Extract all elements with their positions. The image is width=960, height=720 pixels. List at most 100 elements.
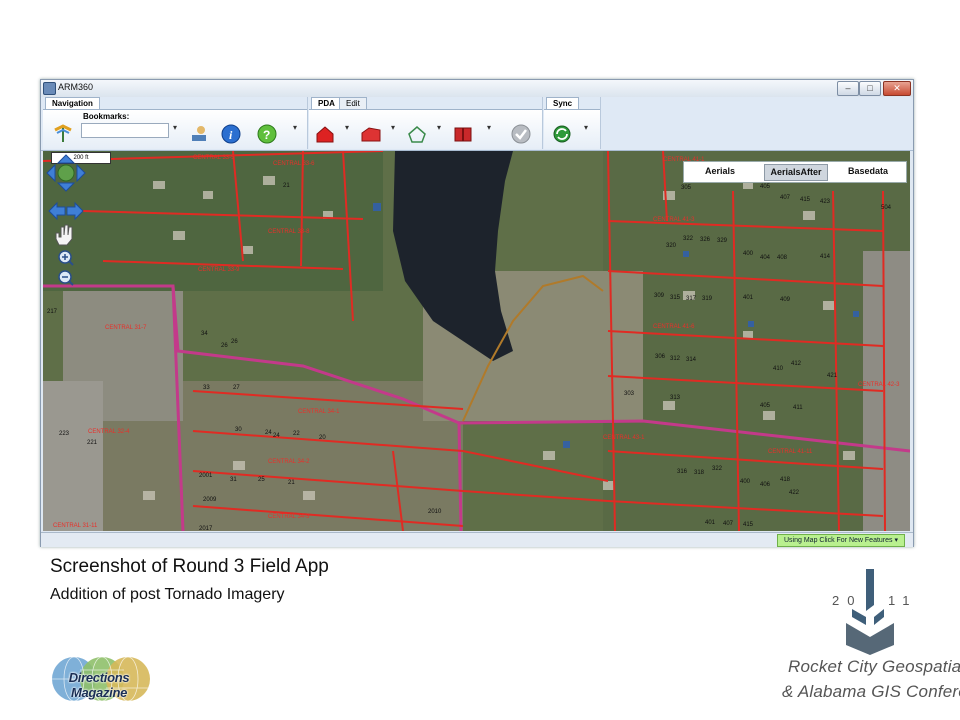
app-icon [43, 82, 56, 95]
lot-number: 313 [670, 395, 681, 401]
book-dropdown-icon[interactable]: ▾ [487, 123, 491, 132]
checkmark-icon[interactable] [511, 124, 531, 144]
svg-text:?: ? [263, 128, 270, 142]
lot-number: 401 [705, 520, 716, 526]
info-icon[interactable]: i [221, 124, 241, 144]
lot-number: 418 [780, 477, 791, 483]
lot-number: 326 [700, 237, 711, 243]
pan-up-icon[interactable] [56, 154, 76, 164]
parcel-label: CENTRAL 31-11 [53, 523, 98, 529]
house-outline-dropdown-icon[interactable]: ▾ [437, 123, 441, 132]
lot-number: 22 [293, 431, 300, 437]
conference-year-part-1: 20 [832, 593, 863, 608]
lot-number: 400 [743, 251, 754, 257]
lot-number: 412 [791, 361, 802, 367]
lot-number: 24 [273, 433, 280, 439]
pan-right-icon[interactable] [76, 163, 86, 183]
lot-number: 322 [712, 466, 723, 472]
help-dropdown-icon[interactable]: ▾ [293, 123, 297, 132]
lot-number: 401 [743, 295, 754, 301]
parcel-label: CENTRAL 32-4 [88, 429, 130, 435]
layer-switcher: Aerials AerialsAfter Basedata [683, 161, 907, 183]
lot-number: 415 [743, 522, 754, 528]
layer-aerials-button[interactable]: Aerials [692, 164, 748, 179]
zoom-out-icon[interactable] [58, 270, 74, 286]
ribbon: Navigation Bookmarks: ▾ i ? ▾ PDA Edit ▾… [41, 97, 913, 151]
close-button[interactable]: ✕ [883, 81, 911, 96]
lot-number: 415 [800, 197, 811, 203]
lot-number: 317 [686, 296, 697, 302]
layer-basedata-button[interactable]: Basedata [838, 164, 898, 179]
sync-group: Sync ▾ [544, 97, 601, 149]
back-icon[interactable] [48, 201, 66, 221]
parcel-label: CENTRAL 34-3 [268, 514, 310, 520]
parcel-label: CENTRAL 33-8 [268, 229, 310, 235]
lot-number: 2017 [199, 526, 213, 531]
lot-number: 400 [740, 479, 751, 485]
status-dropdown-icon[interactable]: ▾ [894, 537, 898, 544]
lot-number: 305 [681, 185, 692, 191]
house-damage-icon[interactable] [315, 124, 335, 144]
book-icon[interactable] [453, 124, 473, 144]
lot-number: 34 [201, 331, 208, 337]
pan-left-icon[interactable] [46, 163, 56, 183]
lot-number: 2010 [428, 509, 442, 515]
conference-year-part-2: 11 [888, 593, 918, 608]
lot-number: 318 [694, 470, 705, 476]
lot-number: 414 [820, 254, 831, 260]
lot-number: 26 [221, 343, 228, 349]
parcel-label: CENTRAL 42-3 [858, 382, 900, 388]
sync-icon[interactable] [552, 124, 572, 144]
pan-hand-icon[interactable] [55, 224, 73, 246]
sync-dropdown-icon[interactable]: ▾ [584, 123, 588, 132]
layer-aerials-after-button[interactable]: AerialsAfter [764, 164, 828, 181]
directions-magazine-wordmark: Directions Magazine [68, 670, 130, 700]
lot-number: 316 [677, 469, 688, 475]
lot-number: 21 [283, 183, 290, 189]
slide-caption-subtitle: Addition of post Tornado Imagery [50, 586, 285, 603]
select-tool-icon[interactable] [189, 124, 209, 144]
aerial-imagery: CENTRAL 33-5 CENTRAL 33-6 CENTRAL 33-8 C… [43, 151, 910, 531]
lot-number: 329 [717, 238, 728, 244]
conference-name-line-1: Rocket City Geospatial [788, 657, 960, 676]
lot-number: 315 [670, 295, 681, 301]
house-damage-dropdown-icon[interactable]: ▾ [345, 123, 349, 132]
building-damage-dropdown-icon[interactable]: ▾ [391, 123, 395, 132]
lot-number: 306 [655, 354, 666, 360]
lot-number: 405 [760, 184, 771, 190]
pan-down-icon[interactable] [56, 182, 76, 192]
bookmarks-select[interactable] [81, 123, 169, 138]
house-outline-icon[interactable] [407, 124, 427, 144]
parcel-label: CENTRAL 41-6 [653, 324, 695, 330]
parcel-label: CENTRAL 33-5 [193, 155, 235, 161]
lot-number: 25 [258, 477, 265, 483]
status-bar: Using Map Click For New Features ▾ [41, 532, 913, 547]
building-damage-icon[interactable] [361, 124, 381, 144]
globe-icon[interactable] [57, 164, 75, 182]
lot-number: 504 [881, 205, 892, 211]
lot-number: 2009 [203, 497, 217, 503]
lot-number: 30 [235, 427, 242, 433]
parcel-label: CENTRAL 33-6 [273, 161, 315, 167]
lot-number: 33 [203, 385, 210, 391]
title-bar: ARM360 – □ ✕ [41, 80, 913, 98]
pan-tool-icon[interactable] [53, 124, 73, 144]
lot-number: 422 [789, 490, 800, 496]
pda-group: PDA Edit ▾ ▾ ▾ ▾ [309, 97, 543, 149]
status-message[interactable]: Using Map Click For New Features ▾ [777, 534, 905, 547]
minimize-button[interactable]: – [837, 81, 859, 96]
status-message-text: Using Map Click For New Features [784, 537, 893, 544]
lot-number: 2001 [199, 473, 213, 479]
lot-number: 322 [683, 236, 694, 242]
forward-icon[interactable] [66, 201, 84, 221]
zoom-in-icon[interactable] [58, 250, 74, 266]
bookmarks-dropdown-icon[interactable]: ▾ [173, 123, 177, 132]
help-icon[interactable]: ? [257, 124, 277, 144]
lot-number: 20 [319, 435, 326, 441]
lot-number: 223 [59, 431, 70, 437]
lot-number: 303 [624, 391, 635, 397]
map-view[interactable]: CENTRAL 33-5 CENTRAL 33-6 CENTRAL 33-8 C… [43, 151, 910, 531]
lot-number: 410 [773, 366, 784, 372]
lot-number: 221 [87, 440, 98, 446]
maximize-button[interactable]: □ [859, 81, 881, 96]
